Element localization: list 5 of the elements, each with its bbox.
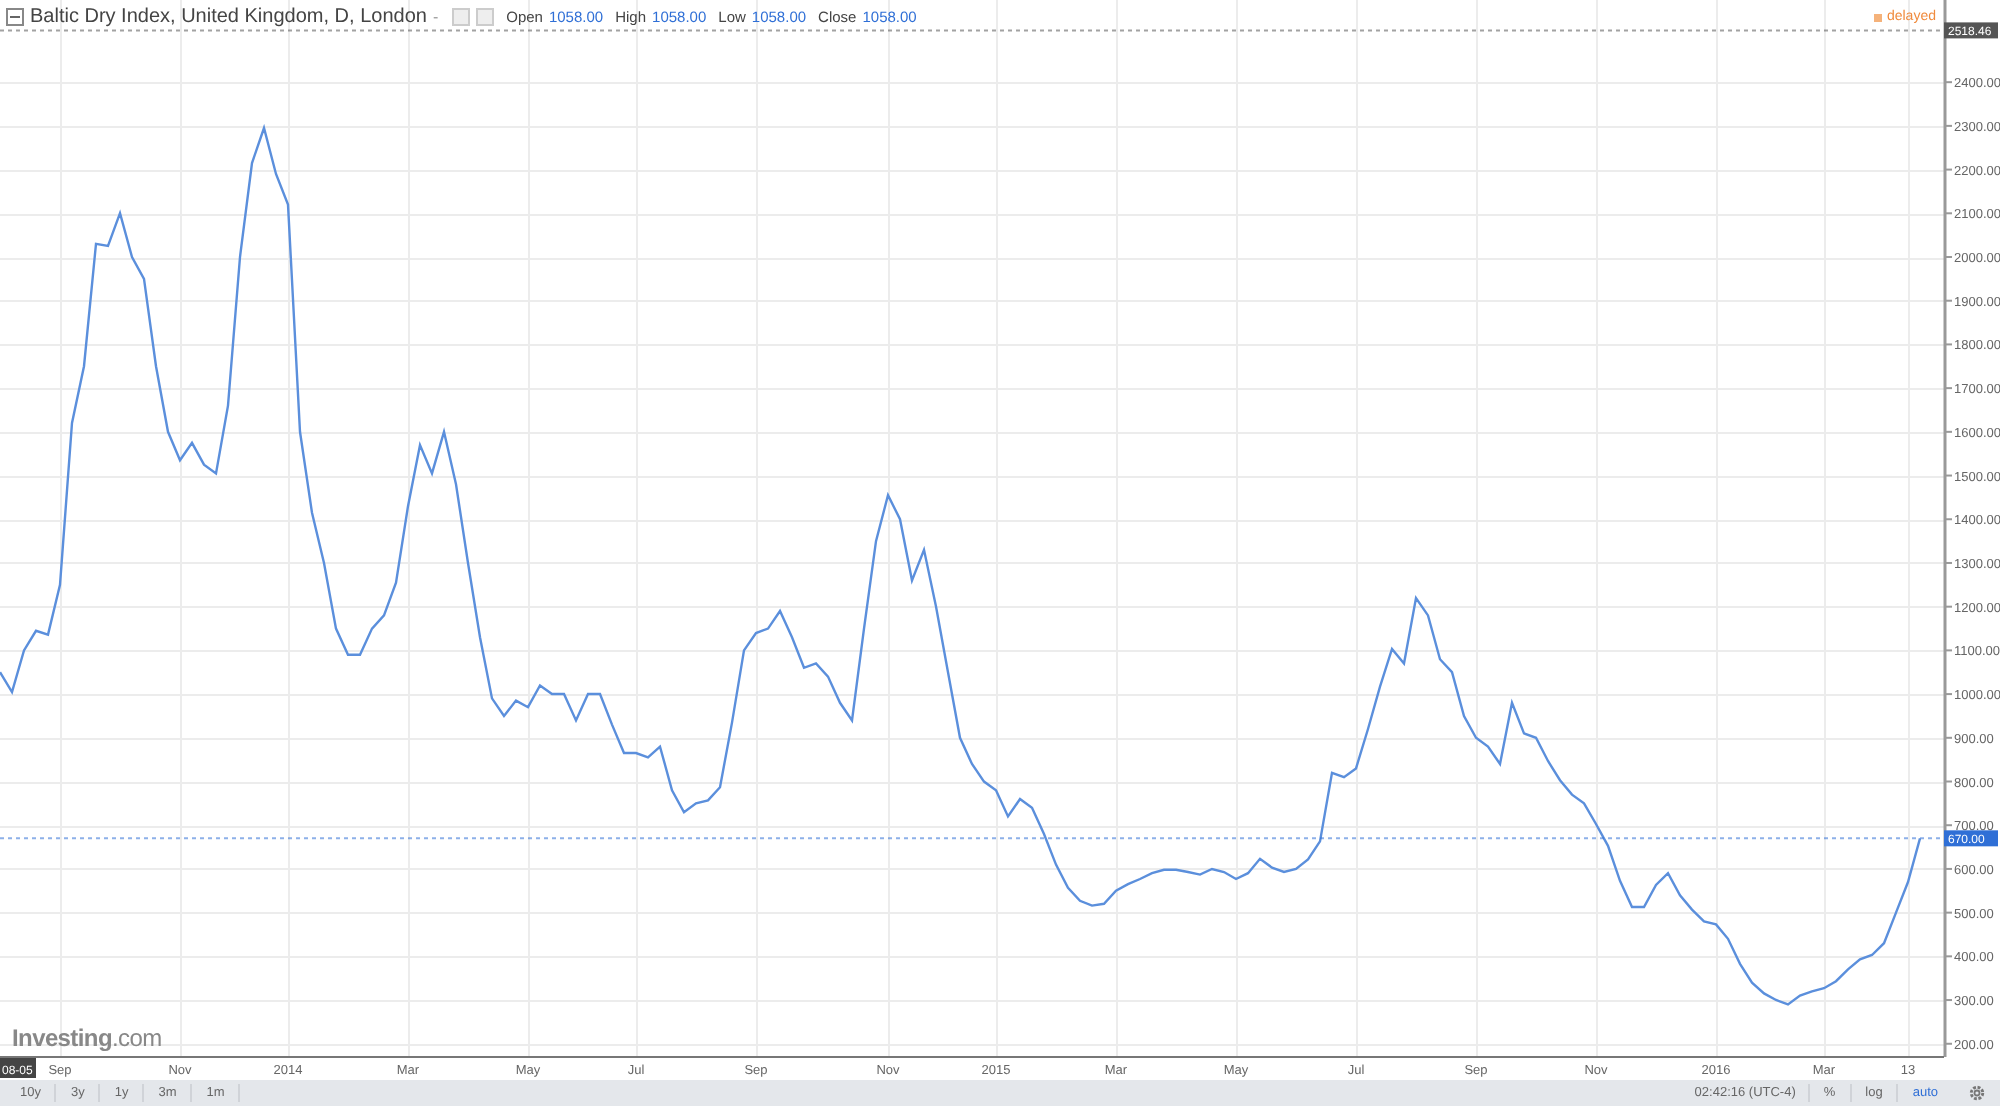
logo: Investing.com — [12, 1024, 162, 1052]
dropdown-toggle[interactable]: - — [432, 8, 439, 26]
status-icon — [1874, 13, 1883, 21]
chart-title: Baltic Dry Index, United Kingdom, D, London — [30, 6, 427, 28]
collapse-icon[interactable] — [6, 8, 24, 26]
